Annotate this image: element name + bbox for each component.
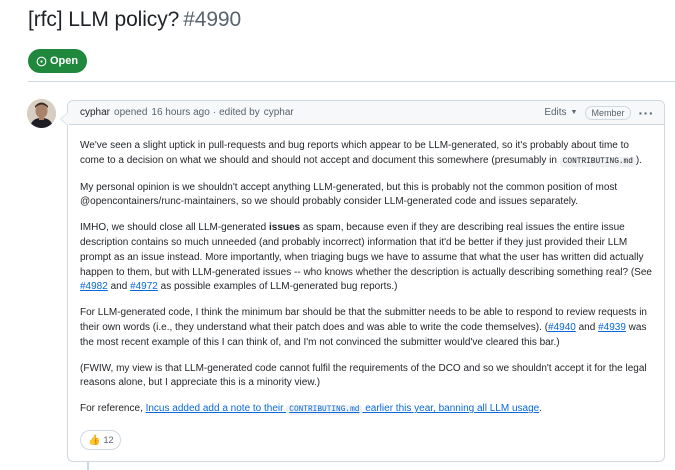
issue-comment: cyphar opened 16 hours ago · edited by c… bbox=[60, 100, 665, 462]
editor-link[interactable]: cyphar bbox=[264, 107, 294, 118]
link-text: earlier this year, banning all LLM usage bbox=[362, 403, 540, 415]
opened-text: opened bbox=[114, 107, 148, 118]
comment-paragraph-5: (FWIW, my view is that LLM-generated cod… bbox=[80, 362, 647, 389]
avatar[interactable] bbox=[27, 99, 56, 128]
thumbs-up-icon: 👍 bbox=[88, 434, 101, 446]
reaction-count: 12 bbox=[103, 435, 114, 445]
paragraph-text: For reference, bbox=[80, 403, 146, 415]
issue-title: [rfc] LLM policy? #4990 bbox=[28, 8, 241, 32]
issue-number: #4990 bbox=[183, 8, 242, 31]
kebab-horizontal-icon[interactable]: ··· bbox=[639, 106, 655, 120]
separator-dot: · bbox=[212, 107, 217, 118]
link-text: Incus added add a note to their bbox=[145, 403, 287, 415]
thumbs-up-reaction-button[interactable]: 👍 12 bbox=[80, 430, 122, 450]
status-badge: Open bbox=[28, 49, 88, 73]
member-badge: Member bbox=[585, 105, 631, 120]
paragraph-text: . bbox=[539, 403, 543, 415]
comment-author-link[interactable]: cyphar bbox=[80, 107, 110, 118]
paragraph-text: ). bbox=[635, 154, 643, 166]
comment-paragraph-2: My personal opinion is we shouldn't acce… bbox=[80, 181, 618, 208]
comment-timestamp[interactable]: 16 hours ago bbox=[151, 107, 209, 118]
paragraph-text: We've seen a slight uptick in pull-reque… bbox=[80, 140, 629, 166]
comment-paragraph-1: We've seen a slight uptick in pull-reque… bbox=[80, 139, 652, 170]
comment-paragraph-6: For reference, Incus added add a note to… bbox=[80, 402, 652, 418]
comment-paragraph-4: For LLM-generated code, I think the mini… bbox=[80, 306, 652, 350]
issue-link-4972[interactable]: #4972 bbox=[130, 281, 158, 292]
timeline-line bbox=[87, 462, 89, 470]
edits-label: Edits bbox=[544, 107, 567, 118]
bold-text: issues bbox=[268, 222, 301, 234]
issue-link-4982[interactable]: #4982 bbox=[80, 281, 108, 292]
edits-dropdown[interactable]: Edits ▼ bbox=[544, 107, 577, 118]
avatar-image bbox=[27, 99, 56, 128]
issue-link-4939[interactable]: #4939 bbox=[598, 322, 626, 333]
header-divider bbox=[28, 81, 675, 82]
paragraph-text: and bbox=[575, 321, 599, 333]
paragraph-text: and bbox=[107, 281, 131, 293]
incus-reference-link[interactable]: Incus added add a note to their CONTRIBU… bbox=[145, 403, 540, 416]
inline-code: CONTRIBUTING.md bbox=[286, 405, 363, 416]
issue-title-text: [rfc] LLM policy? bbox=[28, 8, 180, 31]
edited-by-text: edited by bbox=[219, 107, 260, 118]
paragraph-text: as possible examples of LLM-generated bu… bbox=[157, 281, 398, 293]
comment-paragraph-3: IMHO, we should close all LLM-generated … bbox=[80, 221, 652, 295]
status-badge-label: Open bbox=[50, 55, 79, 67]
comment-body: We've seen a slight uptick in pull-reque… bbox=[68, 125, 664, 418]
chevron-down-icon: ▼ bbox=[570, 109, 578, 116]
paragraph-text: IMHO, we should close all LLM-generated bbox=[80, 222, 269, 234]
inline-code: CONTRIBUTING.md bbox=[559, 156, 636, 167]
comment-header: cyphar opened 16 hours ago · edited by c… bbox=[68, 101, 664, 125]
issue-link-4940[interactable]: #4940 bbox=[548, 322, 576, 333]
issue-opened-icon bbox=[36, 56, 47, 66]
